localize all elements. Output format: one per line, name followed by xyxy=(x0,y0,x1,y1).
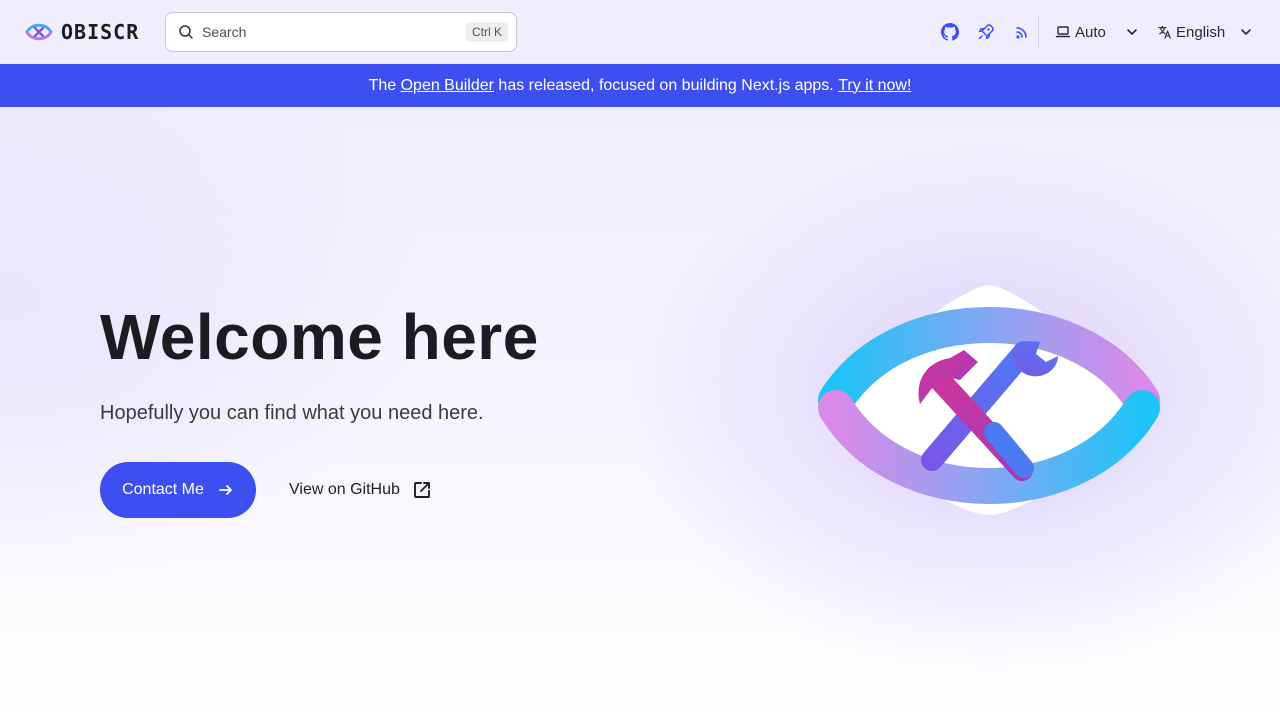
translate-icon xyxy=(1158,25,1171,39)
hero-subtitle: Hopefully you can find what you need her… xyxy=(100,402,484,424)
rss-link[interactable] xyxy=(1010,20,1034,44)
eye-tools-hero-illustration xyxy=(818,285,1160,515)
theme-label: Auto xyxy=(1075,23,1106,41)
search-shortcut-badge: Ctrl K xyxy=(466,22,508,42)
github-link[interactable] xyxy=(938,20,962,44)
language-label: English xyxy=(1176,23,1226,41)
nav-icon-group xyxy=(938,20,1034,44)
github-icon xyxy=(941,23,959,41)
external-link-icon xyxy=(413,482,430,498)
theme-selector[interactable]: Auto xyxy=(1055,20,1141,44)
brand[interactable]: OBISCR xyxy=(25,19,139,45)
contact-me-label: Contact Me xyxy=(122,481,204,498)
hero-title: Welcome here xyxy=(100,301,539,373)
laptop-icon xyxy=(1055,26,1071,38)
arrow-right-icon xyxy=(219,485,232,495)
rss-icon xyxy=(1016,27,1027,39)
chevron-down-icon xyxy=(1241,29,1251,35)
view-on-github-link[interactable]: View on GitHub xyxy=(289,478,432,502)
brand-name: OBISCR xyxy=(61,20,140,44)
search-icon xyxy=(179,25,193,39)
search-box[interactable]: Ctrl K xyxy=(165,12,517,52)
banner-text-prefix: The xyxy=(368,76,401,94)
search-input[interactable] xyxy=(202,24,466,40)
deploy-link[interactable] xyxy=(974,20,998,44)
language-selector[interactable]: English xyxy=(1158,20,1254,44)
banner-text-middle: has released, focused on building Next.j… xyxy=(493,76,839,94)
nav-divider xyxy=(1038,16,1039,48)
open-builder-link[interactable]: Open Builder xyxy=(401,77,494,95)
try-it-now-link[interactable]: Try it now! xyxy=(838,77,911,95)
top-navigation-bar: OBISCR Ctrl K xyxy=(0,0,1280,64)
chevron-down-icon xyxy=(1127,29,1137,35)
eye-tools-logo-icon xyxy=(25,23,53,41)
announcement-banner: The Open Builder has released, focused o… xyxy=(0,64,1280,107)
view-on-github-label: View on GitHub xyxy=(289,481,400,498)
contact-me-button[interactable]: Contact Me xyxy=(100,462,256,518)
rocket-icon xyxy=(978,24,994,40)
